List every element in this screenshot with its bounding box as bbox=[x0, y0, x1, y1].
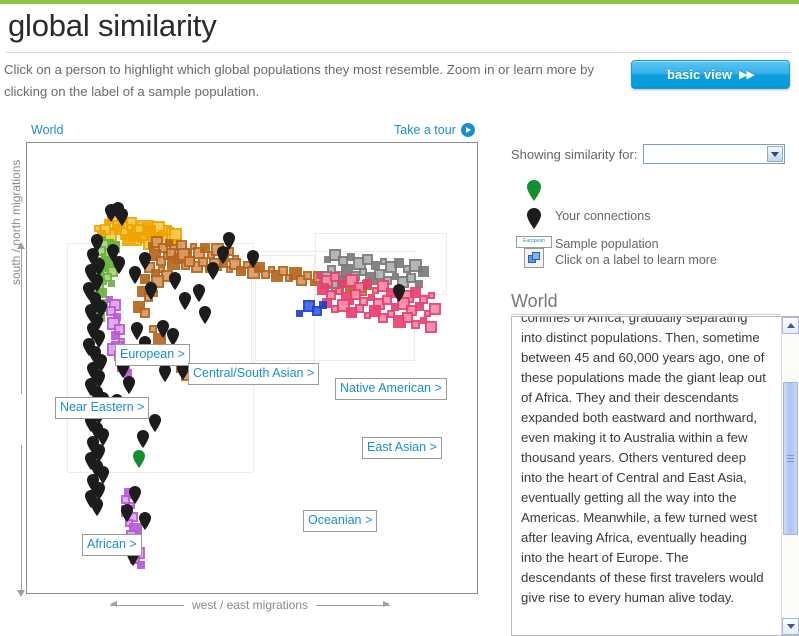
y-axis-label: south / north migrations bbox=[9, 159, 23, 285]
legend-sub-sample-population: Click on a label to learn more bbox=[555, 253, 717, 267]
sample-point-near-eastern[interactable] bbox=[107, 279, 115, 287]
sample-point-east-asian[interactable] bbox=[410, 319, 420, 329]
double-arrow-icon: ▶▶ bbox=[739, 69, 755, 81]
connection-pin-icon[interactable] bbox=[138, 252, 152, 271]
connection-pin-icon[interactable] bbox=[120, 504, 134, 523]
legend-label-connections: Your connections bbox=[555, 209, 651, 223]
similarity-scatter-plot[interactable]: European > Central/South Asian > Native Am… bbox=[26, 142, 478, 594]
connection-pin-icon[interactable] bbox=[138, 512, 152, 531]
world-text-body: confines of Africa, gradually separating… bbox=[521, 316, 766, 605]
top-accent-bar bbox=[0, 0, 799, 4]
green-pin-icon bbox=[513, 180, 555, 202]
chevron-down-icon[interactable] bbox=[767, 146, 784, 162]
world-text-panel[interactable]: confines of Africa, gradually separating… bbox=[511, 316, 799, 636]
sample-point-east-asian[interactable] bbox=[354, 303, 364, 313]
sample-point-oceanian[interactable] bbox=[295, 309, 303, 317]
sample-point-european[interactable] bbox=[93, 224, 101, 232]
connection-pin-icon[interactable] bbox=[144, 282, 158, 301]
legend-label-sample-population: Sample population bbox=[555, 237, 659, 251]
intro-text: Click on a person to highlight which glo… bbox=[4, 62, 595, 99]
cluster-label-european[interactable]: European > bbox=[115, 344, 190, 366]
sample-point-east-asian[interactable] bbox=[425, 321, 437, 333]
world-section-divider bbox=[511, 314, 781, 315]
plot-canvas: European > Central/South Asian > Native Am… bbox=[27, 143, 477, 593]
legend-item-you bbox=[513, 180, 783, 202]
connection-pin-icon[interactable] bbox=[148, 414, 162, 433]
take-a-tour-label: Take a tour bbox=[394, 123, 456, 137]
sample-population-icon: European bbox=[513, 236, 555, 268]
scroll-up-arrow-icon[interactable] bbox=[782, 317, 799, 334]
connection-pin-icon[interactable] bbox=[128, 486, 142, 505]
sample-point-east-asian[interactable] bbox=[427, 291, 435, 299]
play-icon bbox=[460, 123, 475, 137]
sample-point-central-south-asian[interactable] bbox=[183, 255, 195, 267]
x-axis-label: west / east migrations bbox=[191, 598, 309, 612]
black-pin-icon bbox=[513, 208, 555, 230]
connection-pin-icon[interactable] bbox=[392, 284, 406, 303]
you-pin-icon[interactable] bbox=[132, 450, 146, 469]
legend-item-sample-population: European Sample population Click on a la… bbox=[513, 236, 783, 268]
cluster-label-oceanian[interactable]: Oceanian > bbox=[303, 510, 378, 532]
legend-sample-text-block: Sample population Click on a label to le… bbox=[555, 236, 717, 268]
world-section-heading: World bbox=[511, 291, 558, 311]
connection-pin-icon[interactable] bbox=[136, 430, 150, 449]
connection-pin-icon[interactable] bbox=[198, 306, 212, 325]
sample-point-east-asian[interactable] bbox=[362, 278, 372, 288]
basic-view-label: basic view bbox=[667, 67, 733, 82]
connection-pin-icon[interactable] bbox=[206, 262, 220, 281]
legend: Your connections European Sample populat… bbox=[513, 180, 783, 274]
connection-pin-icon[interactable] bbox=[115, 208, 129, 227]
title-divider bbox=[6, 52, 791, 53]
world-breadcrumb-link[interactable]: World bbox=[31, 123, 63, 137]
connection-pin-icon[interactable] bbox=[222, 232, 236, 251]
showing-similarity-label: Showing similarity for: bbox=[511, 146, 638, 162]
take-a-tour-link[interactable]: Take a tour bbox=[394, 123, 475, 137]
basic-view-button[interactable]: basic view ▶▶ bbox=[631, 60, 790, 89]
connection-pin-icon[interactable] bbox=[246, 250, 260, 269]
page-title: global similarity bbox=[8, 8, 217, 43]
connection-pin-icon[interactable] bbox=[192, 284, 206, 303]
sample-point-east-asian[interactable] bbox=[414, 301, 424, 311]
similarity-select[interactable] bbox=[643, 144, 786, 164]
connection-pin-icon[interactable] bbox=[112, 256, 126, 275]
connection-pin-icon[interactable] bbox=[178, 292, 192, 311]
cluster-label-african[interactable]: African > bbox=[82, 534, 142, 556]
connection-pin-icon[interactable] bbox=[90, 498, 104, 517]
x-axis-arrow-left bbox=[110, 601, 184, 607]
x-axis-arrow-right bbox=[316, 601, 391, 607]
sample-population-square bbox=[524, 248, 544, 268]
scroll-down-arrow-icon[interactable] bbox=[782, 618, 799, 635]
connection-pin-icon[interactable] bbox=[168, 272, 182, 291]
sample-point-central-south-asian[interactable] bbox=[140, 308, 150, 318]
cluster-label-central-south-asian[interactable]: Central/South Asian > bbox=[188, 363, 320, 385]
cluster-label-near-eastern[interactable]: Near Eastern > bbox=[55, 397, 150, 419]
cluster-label-east-asian[interactable]: East Asian > bbox=[362, 437, 442, 459]
world-text-scrollbar[interactable] bbox=[781, 317, 799, 635]
y-axis-arrow-down bbox=[17, 445, 26, 597]
sample-point-east-asian[interactable] bbox=[429, 303, 441, 315]
cluster-label-native-american[interactable]: Native American > bbox=[335, 378, 447, 400]
scrollbar-thumb[interactable] bbox=[783, 382, 798, 535]
sample-population-tag: European bbox=[516, 236, 552, 248]
legend-item-connections: Your connections bbox=[513, 208, 783, 230]
sample-point-oceanian[interactable] bbox=[319, 301, 327, 309]
connection-pin-icon[interactable] bbox=[158, 364, 172, 383]
sample-point-native-american[interactable] bbox=[417, 265, 429, 277]
showing-similarity-row: Showing similarity for: bbox=[511, 144, 786, 164]
x-axis: west / east migrations bbox=[110, 596, 391, 614]
